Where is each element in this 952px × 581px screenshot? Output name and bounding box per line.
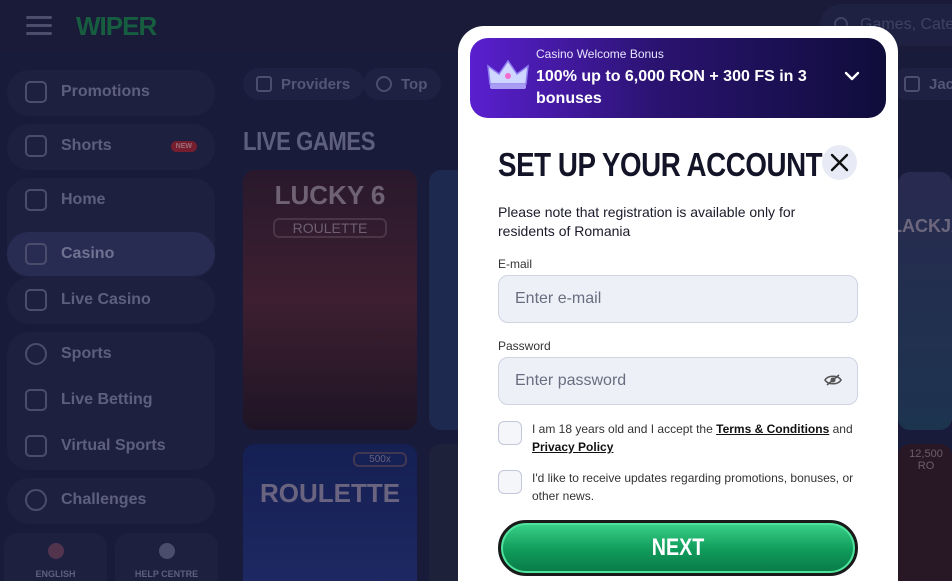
- bonus-title: 100% up to 6,000 RON + 300 FS in 3 bonus…: [536, 68, 807, 107]
- registration-note: Please note that registration is availab…: [498, 204, 796, 239]
- terms-link[interactable]: Terms & Conditions: [716, 422, 829, 436]
- and-text: and: [832, 422, 853, 436]
- close-button[interactable]: [822, 145, 857, 180]
- next-button[interactable]: NEXT: [498, 520, 858, 576]
- close-icon: [830, 153, 849, 172]
- modal-title: SET UP YOUR ACCOUNT: [498, 146, 823, 183]
- email-label: E-mail: [498, 257, 533, 271]
- crown-icon: [487, 59, 529, 89]
- next-label: NEXT: [651, 534, 705, 561]
- updates-text: I'd like to receive updates regarding pr…: [532, 471, 854, 503]
- updates-checkbox[interactable]: [498, 470, 522, 494]
- welcome-bonus-banner[interactable]: Casino Welcome Bonus 100% up to 6,000 RO…: [470, 38, 886, 118]
- chevron-down-icon[interactable]: [844, 68, 860, 84]
- password-label: Password: [498, 339, 551, 353]
- eye-off-icon[interactable]: [824, 373, 842, 387]
- age-terms-checkbox[interactable]: [498, 421, 522, 445]
- privacy-policy-link[interactable]: Privacy Policy: [532, 440, 613, 454]
- age-terms-text: I am 18 years old and I accept the Terms…: [532, 420, 862, 456]
- password-field[interactable]: [498, 357, 858, 405]
- registration-modal: Casino Welcome Bonus 100% up to 6,000 RO…: [458, 26, 898, 581]
- email-field[interactable]: [498, 275, 858, 323]
- bonus-subtitle: Casino Welcome Bonus: [536, 47, 664, 61]
- age-terms-prefix: I am 18 years old and I accept the: [532, 422, 713, 436]
